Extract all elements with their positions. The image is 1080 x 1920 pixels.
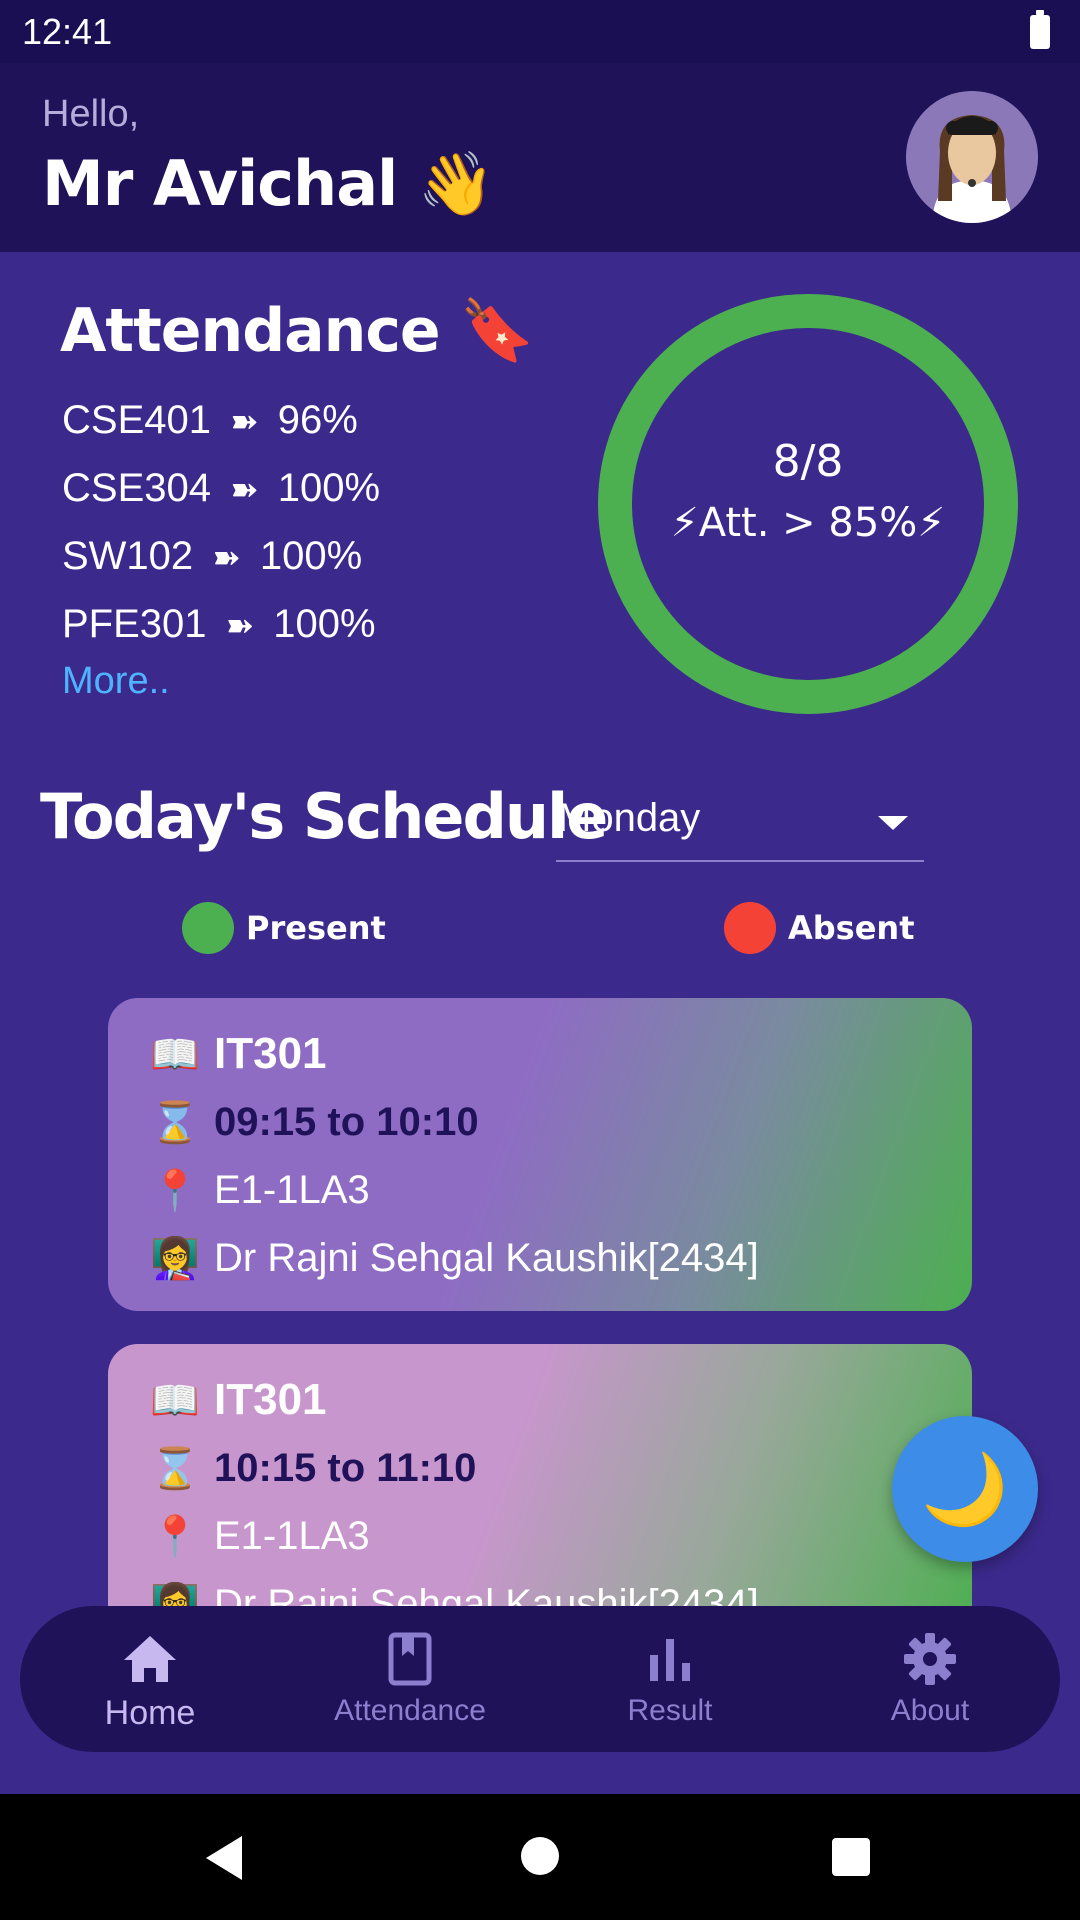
course-code: CSE401 [62, 398, 211, 442]
course-percent: 100% [259, 534, 363, 578]
gear-icon [903, 1630, 957, 1688]
selected-day: Monday [558, 796, 701, 840]
legend-absent: Absent [724, 902, 915, 954]
dropdown-arrow-icon [878, 816, 908, 830]
attendance-course-row: CSE304 ➽ 100% [62, 460, 380, 528]
course-percent: 100% [277, 466, 381, 510]
legend-label: Absent [788, 909, 915, 947]
absent-dot-icon [724, 902, 776, 954]
bar-chart-icon [648, 1630, 692, 1688]
avatar-icon[interactable] [906, 91, 1038, 223]
arrow-icon: ➽ [212, 539, 241, 577]
legend-label: Present [246, 909, 386, 947]
system-nav-bar [0, 1794, 1080, 1920]
greeting-text: Hello, [42, 93, 140, 135]
battery-full-icon [1030, 9, 1050, 49]
class-room: E1-1LA3 [214, 1513, 370, 1558]
arrow-icon: ➽ [230, 403, 259, 441]
card-teacher-line: 👩‍🏫 Dr Rajni Sehgal Kaushik[2434] [150, 1570, 972, 1607]
nav-label: Result [627, 1694, 713, 1727]
teacher-icon: 👩‍🏫 [150, 1235, 200, 1282]
schedule-title: Today's Schedule [40, 780, 608, 853]
bottom-nav: Home Attendance Result About [20, 1606, 1060, 1752]
card-course-line: 📖 IT301 [150, 1020, 972, 1088]
nav-label: About [890, 1694, 970, 1727]
more-attendance-link[interactable]: More.. [62, 660, 170, 703]
course-code: IT301 [214, 1029, 327, 1078]
card-room-line: 📍 E1-1LA3 [150, 1502, 972, 1570]
teacher-icon: 👩‍🏫 [150, 1581, 200, 1607]
nav-label: Home [104, 1694, 196, 1732]
attendance-course-row: CSE401 ➽ 96% [62, 392, 380, 460]
app-header: Hello, Mr Avichal 👋 [0, 63, 1080, 252]
nav-item-result[interactable]: Result [540, 1606, 800, 1752]
card-time-line: ⌛ 09:15 to 10:10 [150, 1088, 972, 1156]
status-bar: 12:41 [0, 0, 1080, 63]
course-percent: 96% [277, 398, 358, 442]
class-teacher: Dr Rajni Sehgal Kaushik[2434] [214, 1235, 759, 1280]
home-icon [122, 1630, 178, 1688]
pin-icon: 📍 [150, 1513, 200, 1560]
card-course-line: 📖 IT301 [150, 1366, 972, 1434]
nav-label: Attendance [334, 1694, 486, 1727]
legend-present: Present [182, 902, 386, 954]
home-circle-icon[interactable] [521, 1837, 559, 1875]
arrow-icon: ➽ [225, 607, 255, 645]
hourglass-icon: ⌛ [150, 1445, 200, 1492]
attendance-course-row: PFE301 ➽ 100% [62, 596, 380, 664]
attendance-title: Attendance 🔖 [60, 296, 534, 366]
present-dot-icon [182, 902, 234, 954]
course-code: CSE304 [62, 466, 211, 510]
attendance-course-row: SW102 ➽ 100% [62, 528, 380, 596]
attendance-summary-count: 8/8 [772, 436, 844, 487]
book-icon [388, 1630, 432, 1688]
card-teacher-line: 👩‍🏫 Dr Rajni Sehgal Kaushik[2434] [150, 1224, 972, 1292]
user-name: Mr Avichal 👋 [42, 147, 495, 220]
nav-item-about[interactable]: About [800, 1606, 1060, 1752]
moon-icon: 🌙 [921, 1447, 1009, 1530]
course-code: PFE301 [62, 602, 207, 646]
book-icon: 📖 [150, 1377, 200, 1424]
attendance-summary-caption: ⚡Att. > 85%⚡ [670, 500, 946, 546]
nav-item-home[interactable]: Home [20, 1606, 280, 1752]
class-time: 10:15 to 11:10 [214, 1445, 477, 1490]
theme-toggle-button[interactable]: 🌙 [892, 1416, 1038, 1562]
status-time: 12:41 [22, 10, 113, 52]
class-room: E1-1LA3 [214, 1167, 370, 1212]
arrow-icon: ➽ [230, 471, 259, 509]
schedule-card[interactable]: 📖 IT301 ⌛ 09:15 to 10:10 📍 E1-1LA3 👩‍🏫 D… [108, 998, 972, 1311]
attendance-course-list: CSE401 ➽ 96% CSE304 ➽ 100% SW102 ➽ 100% … [62, 392, 380, 664]
class-teacher: Dr Rajni Sehgal Kaushik[2434] [214, 1581, 759, 1607]
class-time: 09:15 to 10:10 [214, 1099, 479, 1144]
card-room-line: 📍 E1-1LA3 [150, 1156, 972, 1224]
recent-apps-icon[interactable] [832, 1838, 870, 1876]
day-select-dropdown[interactable]: Monday [556, 790, 924, 862]
course-code: IT301 [214, 1375, 327, 1424]
course-code: SW102 [62, 534, 194, 578]
nav-item-attendance[interactable]: Attendance [280, 1606, 540, 1752]
card-time-line: ⌛ 10:15 to 11:10 [150, 1434, 972, 1502]
pin-icon: 📍 [150, 1167, 200, 1214]
hourglass-icon: ⌛ [150, 1099, 200, 1146]
back-icon[interactable] [206, 1836, 242, 1880]
book-icon: 📖 [150, 1031, 200, 1078]
schedule-card[interactable]: 📖 IT301 ⌛ 10:15 to 11:10 📍 E1-1LA3 👩‍🏫 D… [108, 1344, 972, 1606]
course-percent: 100% [273, 602, 376, 646]
